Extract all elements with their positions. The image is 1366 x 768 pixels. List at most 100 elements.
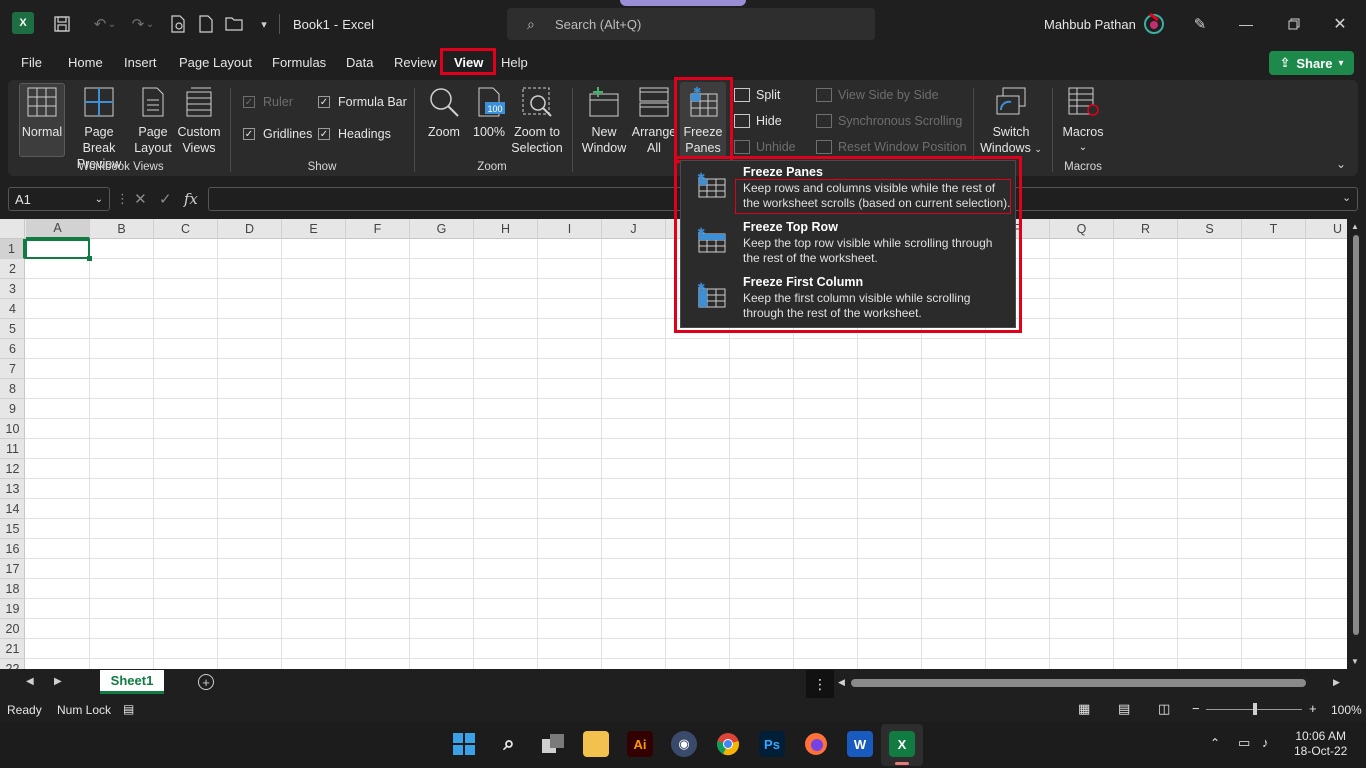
chrome-icon[interactable] bbox=[715, 731, 741, 757]
column-header[interactable]: B bbox=[90, 219, 154, 239]
row-header[interactable]: 18 bbox=[0, 579, 25, 599]
column-header[interactable]: C bbox=[154, 219, 218, 239]
row-header[interactable]: 22 bbox=[0, 659, 25, 670]
tab-split-grip-icon[interactable]: ⋮ bbox=[806, 670, 834, 698]
switch-windows-button[interactable]: Switch Windows ⌄ bbox=[978, 86, 1044, 157]
share-button[interactable]: ⇪ Share ▾ bbox=[1269, 51, 1354, 75]
search-box[interactable]: ⌕ Search (Alt+Q) bbox=[507, 8, 875, 40]
file-explorer-icon[interactable] bbox=[583, 731, 609, 757]
restore-icon[interactable] bbox=[1282, 12, 1306, 36]
column-header[interactable]: E bbox=[282, 219, 346, 239]
page-break-status-icon[interactable]: ◫ bbox=[1158, 701, 1170, 717]
row-header[interactable]: 15 bbox=[0, 519, 25, 539]
new-file-icon[interactable] bbox=[194, 12, 218, 36]
insert-function-icon[interactable]: fx bbox=[184, 190, 198, 208]
headings-checkbox[interactable]: ✓ Headings bbox=[318, 127, 391, 141]
column-header[interactable]: D bbox=[218, 219, 282, 239]
zoom-button[interactable]: Zoom bbox=[424, 86, 464, 140]
row-header[interactable]: 6 bbox=[0, 339, 25, 359]
scroll-up-icon[interactable]: ▲ bbox=[1351, 222, 1359, 231]
zoom-to-selection-button[interactable]: Zoom to Selection bbox=[510, 86, 564, 156]
copilot-tab[interactable] bbox=[620, 0, 746, 6]
row-header[interactable]: 19 bbox=[0, 599, 25, 619]
volume-icon[interactable]: ♪ bbox=[1262, 735, 1269, 750]
page-layout-status-icon[interactable]: ▤ bbox=[1118, 701, 1130, 717]
hide-button[interactable]: Hide bbox=[734, 114, 782, 128]
select-all-corner[interactable] bbox=[0, 219, 25, 239]
tab-help[interactable]: Help bbox=[501, 55, 528, 70]
row-header[interactable]: 21 bbox=[0, 639, 25, 659]
page-break-preview-button[interactable]: Page Break Preview bbox=[68, 86, 130, 172]
scroll-left-icon[interactable]: ◀ bbox=[838, 677, 845, 688]
page-layout-view-button[interactable]: Page Layout bbox=[134, 86, 172, 156]
zoom-slider-thumb[interactable] bbox=[1253, 703, 1257, 715]
collapse-ribbon-icon[interactable]: ⌄ bbox=[1336, 157, 1346, 171]
row-header[interactable]: 7 bbox=[0, 359, 25, 379]
synchronous-scrolling-button[interactable]: Synchronous Scrolling bbox=[816, 114, 962, 128]
row-header[interactable]: 4 bbox=[0, 299, 25, 319]
tab-formulas[interactable]: Formulas bbox=[272, 55, 326, 70]
row-header[interactable]: 8 bbox=[0, 379, 25, 399]
unhide-button[interactable]: Unhide bbox=[734, 140, 796, 154]
column-header[interactable]: J bbox=[602, 219, 666, 239]
row-header[interactable]: 10 bbox=[0, 419, 25, 439]
column-header[interactable]: I bbox=[538, 219, 602, 239]
macros-button[interactable]: Macros ⌄ bbox=[1060, 86, 1106, 156]
row-header[interactable]: 17 bbox=[0, 559, 25, 579]
name-box[interactable]: A1 ⌄ bbox=[8, 187, 110, 211]
scroll-right-icon[interactable]: ▶ bbox=[1333, 677, 1340, 688]
tab-insert[interactable]: Insert bbox=[124, 55, 157, 70]
firefox-icon[interactable] bbox=[803, 731, 829, 757]
fill-handle[interactable] bbox=[87, 256, 92, 261]
column-header[interactable]: F bbox=[346, 219, 410, 239]
redo-dropdown-icon[interactable]: ⌄ bbox=[144, 12, 156, 36]
vertical-scrollbar[interactable]: ▲ ▼ bbox=[1347, 219, 1366, 669]
clock[interactable]: 10:06 AM 18-Oct-22 bbox=[1294, 729, 1347, 759]
vertical-scroll-thumb[interactable] bbox=[1353, 235, 1359, 635]
tab-data[interactable]: Data bbox=[346, 55, 373, 70]
photoshop-icon[interactable]: Ps bbox=[759, 731, 785, 757]
taskbar-search-icon[interactable]: ⌕ bbox=[496, 731, 522, 757]
save-icon[interactable] bbox=[50, 12, 74, 36]
column-header[interactable]: U bbox=[1306, 219, 1347, 239]
tab-home[interactable]: Home bbox=[68, 55, 103, 70]
media-app-icon[interactable]: ◉ bbox=[671, 731, 697, 757]
cancel-icon[interactable]: ✕ bbox=[134, 190, 147, 208]
column-header[interactable]: G bbox=[410, 219, 474, 239]
enter-icon[interactable]: ✓ bbox=[159, 190, 172, 208]
print-preview-icon[interactable] bbox=[166, 12, 190, 36]
scroll-down-icon[interactable]: ▼ bbox=[1351, 657, 1359, 666]
row-header[interactable]: 5 bbox=[0, 319, 25, 339]
zoom-in-icon[interactable]: + bbox=[1309, 701, 1317, 716]
customize-qat-icon[interactable]: ▾ bbox=[252, 12, 276, 36]
arrange-all-button[interactable]: Arrange All bbox=[630, 86, 678, 156]
row-header[interactable]: 12 bbox=[0, 459, 25, 479]
column-header[interactable]: Q bbox=[1050, 219, 1114, 239]
column-header[interactable]: R bbox=[1114, 219, 1178, 239]
custom-views-button[interactable]: Custom Views bbox=[176, 86, 222, 156]
row-header[interactable]: 11 bbox=[0, 439, 25, 459]
normal-view-status-icon[interactable]: ▦ bbox=[1078, 701, 1090, 717]
illustrator-icon[interactable]: Ai bbox=[627, 731, 653, 757]
view-side-by-side-button[interactable]: View Side by Side bbox=[816, 88, 939, 102]
excel-taskbar-icon[interactable]: X bbox=[889, 731, 915, 757]
selected-cell[interactable] bbox=[25, 239, 90, 259]
row-header[interactable]: 14 bbox=[0, 499, 25, 519]
task-view-icon[interactable] bbox=[540, 731, 566, 757]
user-name[interactable]: Mahbub Pathan bbox=[1044, 17, 1136, 32]
column-header[interactable]: S bbox=[1178, 219, 1242, 239]
network-icon[interactable]: ▭ bbox=[1238, 735, 1250, 751]
row-header[interactable]: 2 bbox=[0, 259, 25, 279]
accessibility-icon[interactable]: ▤ bbox=[123, 702, 134, 716]
add-sheet-icon[interactable]: + bbox=[198, 674, 214, 690]
pen-icon[interactable]: ✎ bbox=[1188, 12, 1212, 36]
tab-file[interactable]: File bbox=[21, 55, 42, 70]
avatar[interactable] bbox=[1142, 10, 1166, 36]
row-header[interactable]: 20 bbox=[0, 619, 25, 639]
tab-review[interactable]: Review bbox=[394, 55, 437, 70]
word-icon[interactable]: W bbox=[847, 731, 873, 757]
row-header[interactable]: 3 bbox=[0, 279, 25, 299]
ruler-checkbox[interactable]: ✓ Ruler bbox=[243, 95, 293, 109]
horizontal-scroll-thumb[interactable] bbox=[851, 679, 1306, 687]
row-header[interactable]: 16 bbox=[0, 539, 25, 559]
